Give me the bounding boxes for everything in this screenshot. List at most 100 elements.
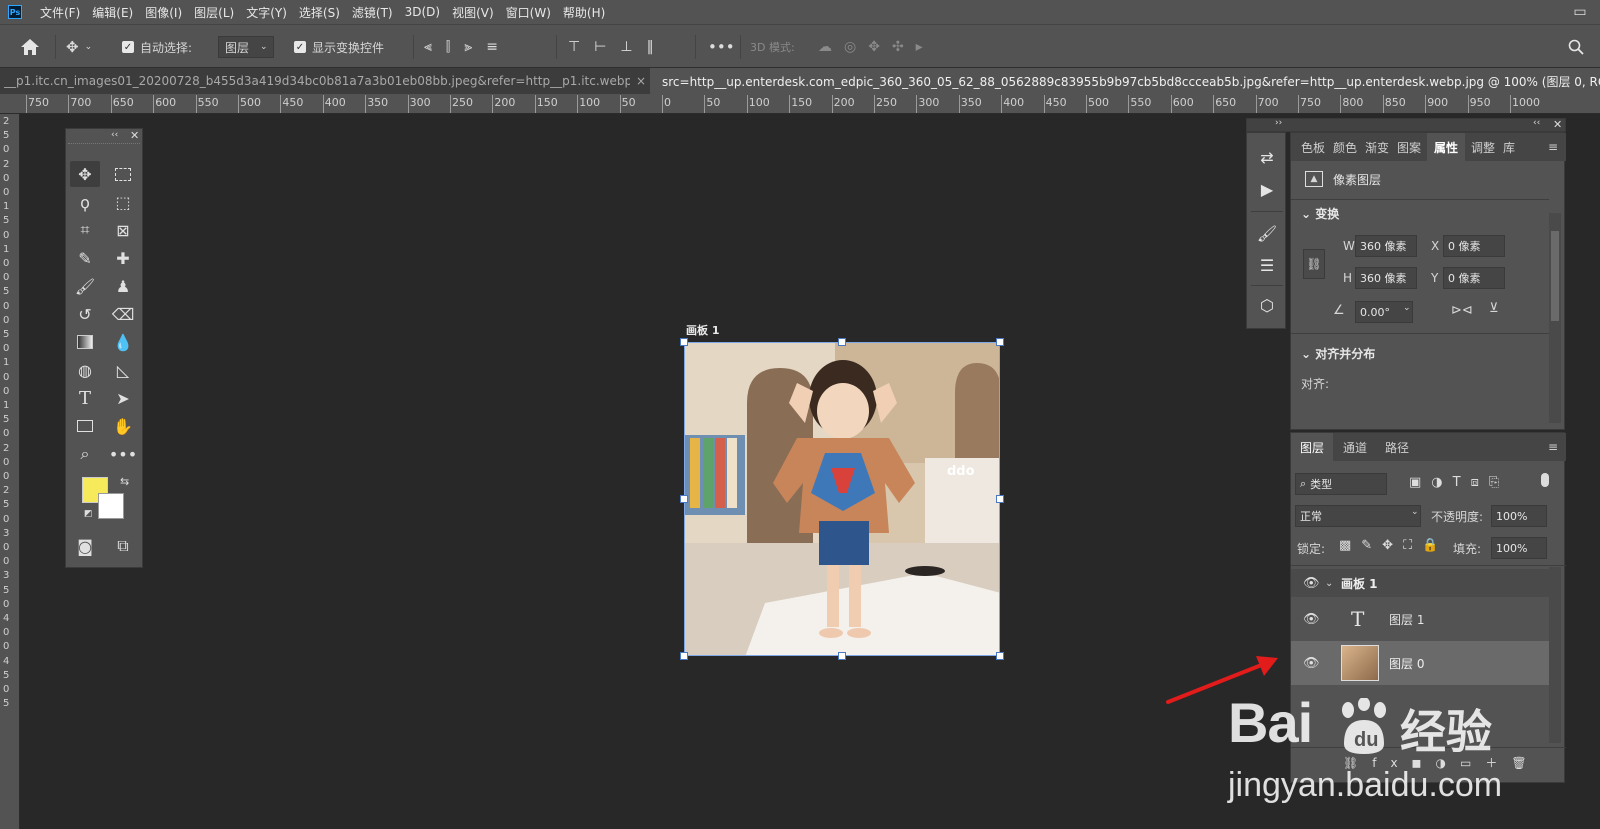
- menu-help[interactable]: 帮助(H): [557, 4, 611, 21]
- menu-file[interactable]: 文件(F): [34, 4, 86, 21]
- tab-patterns[interactable]: 图案: [1397, 133, 1421, 161]
- screen-mode-icon[interactable]: ⧉: [108, 533, 138, 559]
- menu-edit[interactable]: 编辑(E): [86, 4, 139, 21]
- link-proportions-icon[interactable]: ⛓: [1303, 249, 1325, 279]
- close-icon[interactable]: ✕: [1553, 118, 1562, 131]
- gradient-tool-icon[interactable]: [70, 329, 100, 355]
- default-colors-icon[interactable]: ◩: [84, 509, 93, 519]
- actions-play-icon[interactable]: ▶: [1247, 175, 1287, 203]
- crop-tool-icon[interactable]: ⌗: [70, 217, 100, 243]
- home-icon[interactable]: [20, 25, 40, 69]
- expand-icon[interactable]: ››: [1275, 118, 1282, 128]
- brush-tool-icon[interactable]: 🖌: [70, 273, 100, 299]
- layer-filter-icons[interactable]: ▣◑T⧈⎘: [1409, 475, 1509, 490]
- transform-handle[interactable]: [680, 338, 688, 346]
- align-buttons[interactable]: ⫷⫿⫸≡: [424, 25, 512, 69]
- tab-adjustments[interactable]: 调整: [1471, 133, 1495, 161]
- stamp-tool-icon[interactable]: ♟: [108, 273, 138, 299]
- brush-settings-icon[interactable]: 🖌: [1247, 219, 1287, 247]
- document-tab-2[interactable]: src=http__up.enterdesk.com_edpic_360_360…: [650, 68, 1600, 94]
- transform-handle[interactable]: [838, 338, 846, 346]
- search-icon[interactable]: [1568, 25, 1584, 69]
- fill-field[interactable]: 100%: [1491, 537, 1547, 559]
- tab-libraries[interactable]: 库: [1503, 133, 1515, 161]
- tab-gradients[interactable]: 渐变: [1365, 133, 1389, 161]
- history-brush-icon[interactable]: ↺: [70, 301, 100, 327]
- transform-handle[interactable]: [996, 652, 1004, 660]
- opacity-field[interactable]: 100%: [1491, 505, 1547, 527]
- move-tool-icon[interactable]: ✥ ⌄: [66, 25, 92, 69]
- blur-tool-icon[interactable]: 💧: [108, 329, 138, 355]
- move-tool-icon[interactable]: ✥: [70, 161, 100, 187]
- layer-filter-dropdown[interactable]: ⌕ 类型: [1295, 473, 1387, 495]
- eye-icon[interactable]: 👁: [1303, 656, 1320, 671]
- frame-tool-icon[interactable]: ⊠: [108, 217, 138, 243]
- blend-mode-dropdown[interactable]: 正常: [1295, 505, 1421, 527]
- show-transform-checkbox[interactable]: ✓ 显示变换控件: [294, 25, 384, 69]
- auto-select-dropdown[interactable]: 图层 ⌄: [218, 25, 274, 69]
- menu-image[interactable]: 图像(I): [139, 4, 188, 21]
- menu-window[interactable]: 窗口(W): [500, 4, 557, 21]
- transform-handle[interactable]: [680, 652, 688, 660]
- quick-mask-icon[interactable]: ◙: [70, 533, 100, 559]
- more-options-icon[interactable]: •••: [708, 25, 735, 69]
- layer-row-text[interactable]: 👁 T 图层 1: [1291, 599, 1549, 639]
- more-tools-icon[interactable]: •••: [108, 441, 138, 467]
- tab-layers[interactable]: 图层: [1291, 433, 1333, 461]
- collapse-icon[interactable]: ‹‹: [111, 130, 118, 140]
- close-icon[interactable]: ×: [636, 74, 646, 88]
- rectangle-tool-icon[interactable]: [70, 413, 100, 439]
- layers-scrollbar[interactable]: [1549, 567, 1561, 743]
- transform-handle[interactable]: [996, 495, 1004, 503]
- flip-horizontal-icon[interactable]: ⊳⊲: [1451, 303, 1473, 318]
- background-color-swatch[interactable]: [98, 493, 124, 519]
- auto-select-checkbox[interactable]: ✓ 自动选择:: [122, 25, 192, 69]
- panel-scrollbar[interactable]: [1549, 213, 1561, 423]
- height-field[interactable]: 360 像素: [1355, 267, 1417, 289]
- adjustments-sliders-icon[interactable]: ☰: [1247, 251, 1287, 279]
- eraser-tool-icon[interactable]: ⌫: [108, 301, 138, 327]
- menu-select[interactable]: 选择(S): [293, 4, 346, 21]
- tab-properties[interactable]: 属性: [1427, 133, 1465, 161]
- menu-filter[interactable]: 滤镜(T): [346, 4, 399, 21]
- menu-view[interactable]: 视图(V): [446, 4, 500, 21]
- chevron-down-icon[interactable]: ⌄: [1325, 578, 1333, 589]
- lasso-tool-icon[interactable]: ϙ: [70, 189, 100, 215]
- close-icon[interactable]: ✕: [130, 129, 139, 142]
- dodge-tool-icon[interactable]: ◍: [70, 357, 100, 383]
- transform-handle[interactable]: [680, 495, 688, 503]
- layer-actions-icons[interactable]: ⛓fx◼◑▭＋🗑: [1343, 754, 1541, 771]
- panel-menu-icon[interactable]: ≡: [1548, 133, 1558, 161]
- panel-menu-icon[interactable]: ≡: [1548, 433, 1558, 461]
- lock-options-icons[interactable]: ▩✎✥⛶🔒: [1339, 538, 1448, 553]
- path-select-icon[interactable]: ➤: [108, 385, 138, 411]
- transform-handle[interactable]: [838, 652, 846, 660]
- object-select-icon[interactable]: ⬚: [108, 189, 138, 215]
- pen-tool-icon[interactable]: ◺: [108, 357, 138, 383]
- document-tab-1[interactable]: __p1.itc.cn_images01_20200728_b455d3a419…: [0, 68, 648, 94]
- history-icon[interactable]: ⇄: [1247, 143, 1287, 171]
- y-field[interactable]: 0 像素: [1443, 267, 1505, 289]
- swap-colors-icon[interactable]: ⇆: [120, 475, 129, 488]
- eyedropper-tool-icon[interactable]: ✎: [70, 245, 100, 271]
- menu-3d[interactable]: 3D(D): [399, 5, 446, 19]
- type-tool-icon[interactable]: T: [70, 385, 100, 411]
- collapse-icon[interactable]: ‹‹: [1533, 118, 1540, 128]
- 3d-mode-icons[interactable]: ☁◎✥✣▸: [818, 25, 935, 69]
- artboard-image[interactable]: ddo: [684, 342, 1000, 656]
- 3d-cube-icon[interactable]: ⬡: [1247, 291, 1287, 319]
- tab-channels[interactable]: 通道: [1343, 433, 1367, 461]
- layer-row-artboard[interactable]: 👁 ⌄ 画板 1: [1291, 569, 1549, 597]
- window-restore-icon[interactable]: ▭: [1560, 0, 1600, 24]
- flip-vertical-icon[interactable]: ⊻: [1489, 301, 1499, 316]
- filter-toggle[interactable]: [1541, 473, 1549, 487]
- layer-row-pixel[interactable]: 👁 图层 0: [1291, 641, 1549, 685]
- hand-tool-icon[interactable]: ✋: [108, 413, 138, 439]
- distribute-buttons[interactable]: ⊤⊢⊥‖: [568, 25, 668, 69]
- artboard-label[interactable]: 画板 1: [686, 322, 719, 338]
- tab-color[interactable]: 颜色: [1333, 133, 1357, 161]
- tab-paths[interactable]: 路径: [1385, 433, 1409, 461]
- tab-swatches[interactable]: 色板: [1301, 133, 1325, 161]
- eye-icon[interactable]: 👁: [1303, 612, 1320, 627]
- x-field[interactable]: 0 像素: [1443, 235, 1505, 257]
